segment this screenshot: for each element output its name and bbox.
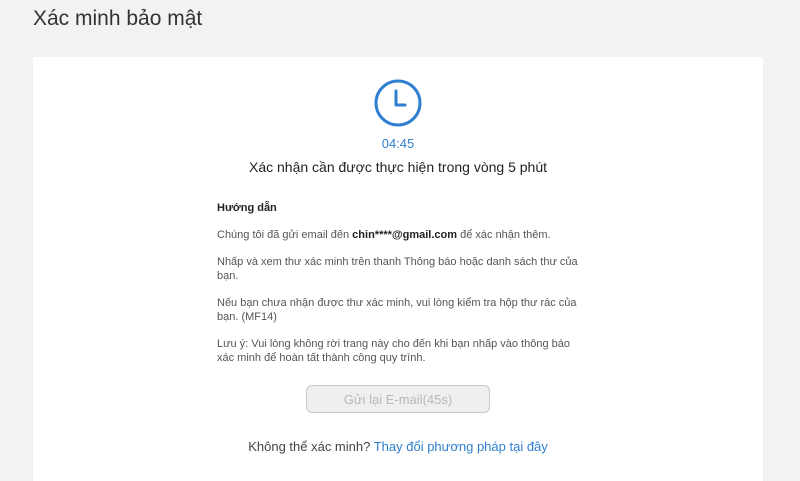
instruction-check-notification: Nhấp và xem thư xác minh trên thanh Thôn…	[217, 256, 578, 282]
time-limit-message: Xác nhận cần được thực hiện trong vòng 5…	[248, 159, 547, 175]
change-method-link[interactable]: Thay đổi phương pháp tại đây	[374, 439, 548, 454]
instructions: Hướng dẫn Chúng tôi đã gửi email đến chi…	[217, 202, 582, 379]
page-title: Xác minh bảo mật	[33, 7, 203, 30]
alternative-prompt: Không thể xác minh?	[248, 439, 374, 454]
verification-card: 04:45 Xác nhận cần được thực hiện trong …	[33, 57, 763, 481]
instruction-email-suffix: để xác nhận thêm.	[457, 228, 551, 241]
instruction-note: Lưu ý: Vui lòng không rời trang này cho …	[217, 338, 570, 364]
clock-icon	[374, 79, 422, 127]
instruction-email-prefix: Chúng tôi đã gửi email đến	[217, 228, 353, 241]
instruction-email-sent: Chúng tôi đã gửi email đến chin****@gmai…	[217, 229, 582, 243]
masked-email: chin****@gmail.com	[352, 228, 458, 241]
alternative-method: Không thể xác minh? Thay đổi phương pháp…	[33, 439, 763, 455]
resend-email-button[interactable]: Gửi lại E-mail(45s)	[306, 385, 490, 413]
instructions-heading: Hướng dẫn	[217, 202, 277, 214]
instruction-check-spam: Nếu bạn chưa nhận được thư xác minh, vui…	[217, 297, 577, 323]
countdown-timer: 04:45	[381, 136, 415, 151]
